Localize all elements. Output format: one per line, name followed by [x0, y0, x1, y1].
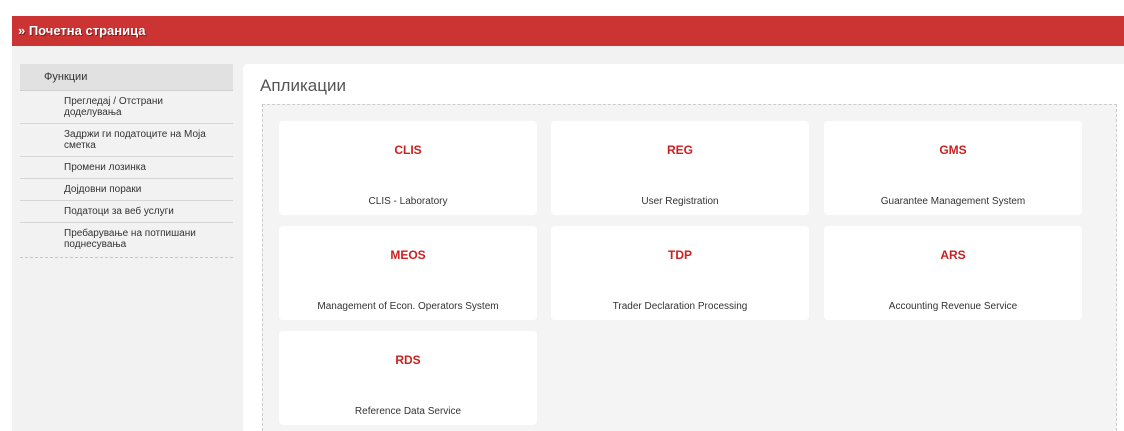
sidebar-item-search-signed-submissions[interactable]: Пребарување на потпишани поднесувања [20, 223, 233, 258]
sidebar: Функции Прегледај / Отстрани доделувања … [20, 64, 233, 431]
app-card-gms[interactable]: GMS Guarantee Management System [824, 121, 1082, 215]
sidebar-title: Функции [20, 64, 233, 91]
app-card-rds[interactable]: RDS Reference Data Service [279, 331, 537, 425]
sidebar-item-change-password[interactable]: Промени лозинка [20, 157, 233, 179]
app-card-clis[interactable]: CLIS CLIS - Laboratory [279, 121, 537, 215]
app-name: Trader Declaration Processing [612, 301, 748, 312]
app-code: TDP [668, 248, 692, 262]
page-header-bar: » Почетна страница [12, 16, 1124, 46]
app-name: Guarantee Management System [880, 196, 1026, 207]
sidebar-item-view-remove-assignments[interactable]: Прегледај / Отстрани доделувања [20, 91, 233, 124]
sidebar-item-web-service-data[interactable]: Податоци за веб услуги [20, 201, 233, 223]
app-card-tdp[interactable]: TDP Trader Declaration Processing [551, 226, 809, 320]
app-card-ars[interactable]: ARS Accounting Revenue Service [824, 226, 1082, 320]
app-name: Reference Data Service [354, 406, 462, 417]
app-code: RDS [395, 353, 421, 367]
app-code: ARS [940, 248, 966, 262]
app-name: Management of Econ. Operators System [317, 301, 499, 312]
main-panel: Апликации CLIS CLIS - Laboratory REG Use… [243, 64, 1124, 431]
app-name: User Registration [641, 196, 719, 207]
app-card-reg[interactable]: REG User Registration [551, 121, 809, 215]
top-strip [0, 0, 1124, 16]
app-code: GMS [939, 143, 967, 157]
page-title: Апликации [260, 76, 346, 95]
app-card-meos[interactable]: MEOS Management of Econ. Operators Syste… [279, 226, 537, 320]
app-code: CLIS [394, 143, 422, 157]
app-name: CLIS - Laboratory [368, 196, 448, 207]
applications-grid: CLIS CLIS - Laboratory REG User Registra… [262, 104, 1117, 431]
sidebar-item-keep-account-data[interactable]: Задржи ги податоците на Моја сметка [20, 124, 233, 157]
app-code: MEOS [390, 248, 426, 262]
app-name: Accounting Revenue Service [888, 301, 1018, 312]
sidebar-item-incoming-messages[interactable]: Дојдовни пораки [20, 179, 233, 201]
breadcrumb-home[interactable]: » Почетна страница [18, 23, 145, 38]
app-code: REG [666, 143, 693, 157]
